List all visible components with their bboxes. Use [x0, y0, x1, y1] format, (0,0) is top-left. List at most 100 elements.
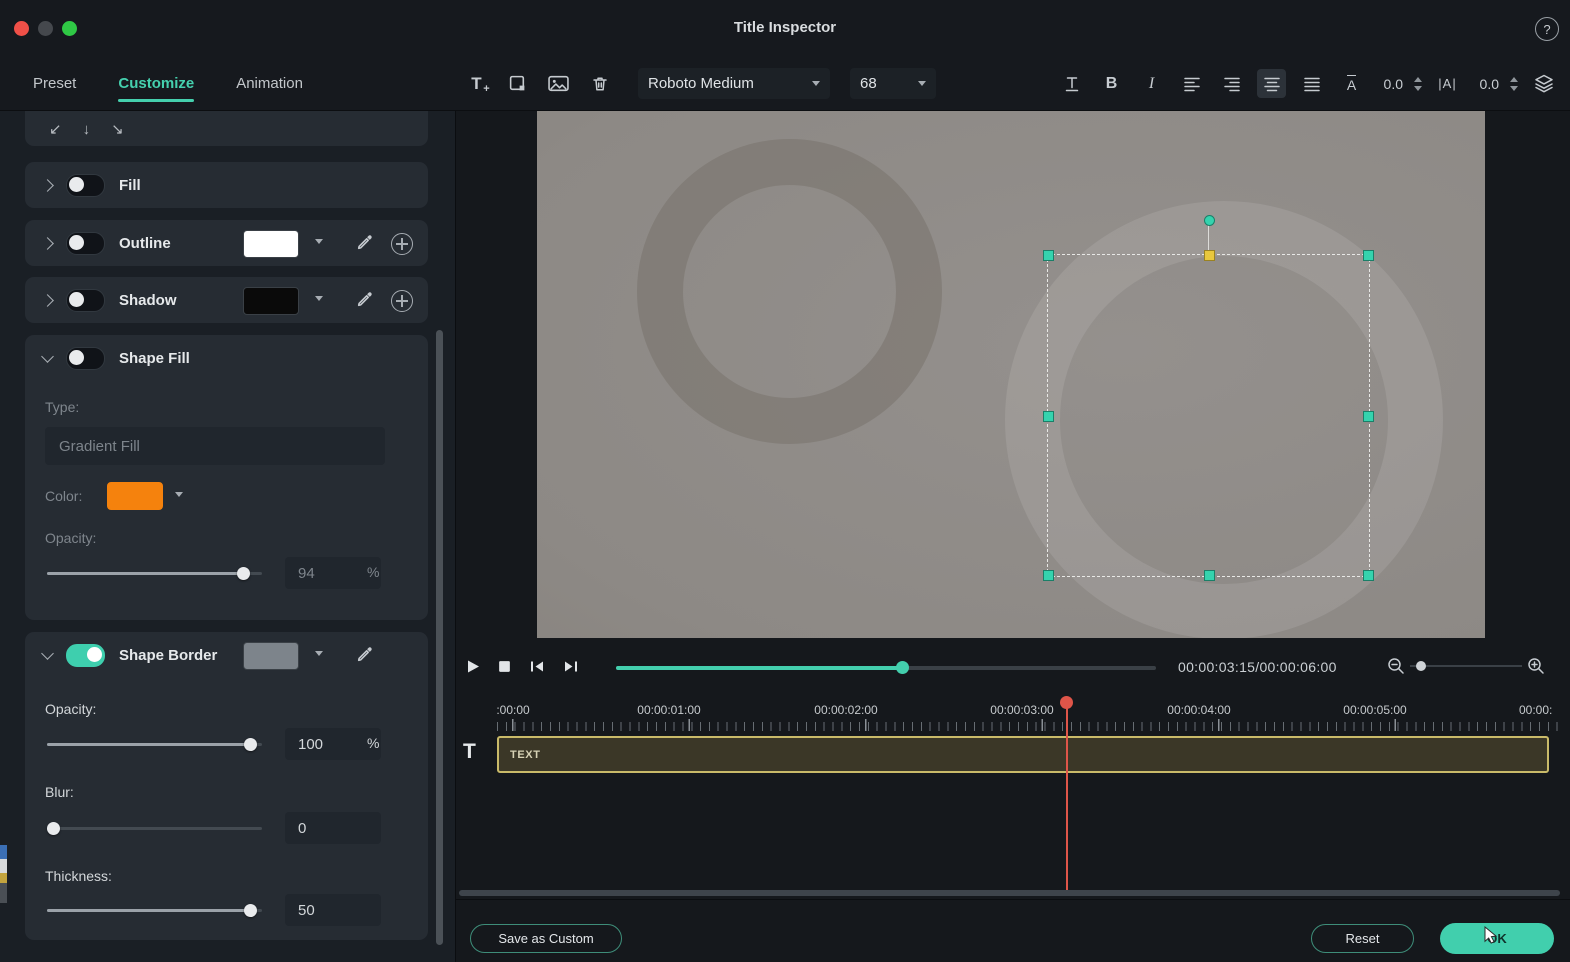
text-box-button[interactable]	[503, 69, 532, 98]
chevron-down-icon[interactable]	[315, 296, 323, 301]
screen-edge-artifact	[0, 845, 7, 903]
fill-section: Fill	[25, 162, 428, 208]
next-frame-button[interactable]	[562, 659, 580, 674]
stop-button[interactable]	[497, 659, 512, 674]
text-clip[interactable]: TEXT	[497, 736, 1549, 773]
resize-handle-n[interactable]	[1203, 250, 1215, 261]
previous-frame-button[interactable]	[528, 659, 546, 674]
zoom-slider[interactable]	[1410, 661, 1522, 671]
shape-fill-toggle[interactable]	[66, 346, 105, 370]
align-center-button[interactable]	[1257, 69, 1286, 98]
chevron-down-icon[interactable]	[175, 492, 183, 497]
shadow-toggle[interactable]	[66, 288, 105, 312]
blending-button[interactable]	[1529, 69, 1558, 98]
align-left-button[interactable]	[1177, 69, 1206, 98]
tab-customize[interactable]: Customize	[118, 75, 194, 102]
rotation-line	[1207, 222, 1209, 252]
collapse-chevron-icon[interactable]	[41, 350, 54, 363]
playhead-line[interactable]	[1066, 700, 1068, 892]
eyedropper-icon[interactable]	[355, 645, 374, 664]
progress-thumb[interactable]	[896, 661, 909, 674]
text-selection-box[interactable]	[1043, 215, 1374, 581]
resize-handle-se[interactable]	[1363, 570, 1374, 581]
resize-handle-ne[interactable]	[1363, 250, 1374, 261]
shape-border-toggle[interactable]	[66, 643, 105, 667]
tab-preset[interactable]: Preset	[33, 75, 76, 92]
resize-handle-s[interactable]	[1203, 570, 1215, 581]
timeline-ruler-minor[interactable]	[497, 722, 1559, 731]
outline-toggle[interactable]	[66, 231, 105, 255]
play-button[interactable]	[465, 658, 481, 675]
eyedropper-icon[interactable]	[355, 233, 374, 252]
add-outline-icon[interactable]	[391, 233, 413, 255]
playback-progress-slider[interactable]	[616, 660, 1156, 674]
char-spacing-stepper[interactable]	[1414, 76, 1422, 91]
expand-chevron-icon[interactable]	[41, 236, 54, 250]
slider-thumb[interactable]	[244, 738, 257, 751]
zoom-in-icon[interactable]	[1526, 656, 1546, 676]
border-opacity-slider[interactable]	[47, 736, 262, 752]
expand-chevron-icon[interactable]	[41, 178, 54, 192]
zoom-out-icon[interactable]	[1386, 656, 1406, 676]
media-button[interactable]	[544, 69, 573, 98]
save-as-custom-button[interactable]: Save as Custom	[470, 924, 622, 953]
line-spacing-value[interactable]: 0.0	[1473, 76, 1499, 92]
shape-border-color-swatch[interactable]	[243, 642, 299, 670]
line-spacing-stepper[interactable]	[1510, 76, 1518, 91]
shadow-color-swatch[interactable]	[243, 287, 299, 315]
letter-case-button[interactable]: A	[1337, 69, 1366, 98]
chevron-down-icon[interactable]	[315, 239, 323, 244]
align-right-button[interactable]	[1217, 69, 1246, 98]
shape-fill-opacity-slider[interactable]	[47, 565, 262, 581]
border-blur-slider[interactable]	[47, 820, 262, 836]
font-family-select[interactable]: Roboto Medium	[638, 68, 830, 99]
expand-chevron-icon[interactable]	[41, 293, 54, 307]
stepper-down-icon	[1510, 85, 1518, 91]
slider-thumb[interactable]	[244, 904, 257, 917]
resize-handle-w[interactable]	[1043, 410, 1054, 422]
reset-button[interactable]: Reset	[1311, 924, 1414, 953]
bold-button[interactable]: B	[1097, 69, 1126, 98]
slider-thumb[interactable]	[237, 567, 250, 580]
resize-handle-e[interactable]	[1363, 410, 1374, 422]
bold-icon: B	[1105, 74, 1118, 92]
timeline-horizontal-scrollbar[interactable]	[459, 890, 1560, 896]
align-bottom-icon[interactable]: ↓	[83, 121, 91, 138]
font-size-select[interactable]: 68	[850, 68, 936, 99]
align-bottom-right-icon[interactable]: ↘	[111, 120, 124, 138]
outline-color-swatch[interactable]	[243, 230, 299, 258]
slider-thumb[interactable]	[47, 822, 60, 835]
zoom-slider-thumb[interactable]	[1416, 661, 1426, 671]
text-underline-button[interactable]	[1057, 69, 1086, 98]
tab-animation[interactable]: Animation	[236, 75, 303, 92]
italic-button[interactable]: I	[1137, 69, 1166, 98]
italic-icon: I	[1148, 74, 1155, 92]
border-blur-value[interactable]: 0	[285, 812, 381, 844]
delete-button[interactable]	[585, 69, 614, 98]
border-thickness-value[interactable]: 50	[285, 894, 381, 926]
rotation-handle[interactable]	[1203, 215, 1215, 226]
fill-toggle[interactable]	[66, 173, 105, 197]
timeline-zoom-controls	[1386, 656, 1546, 676]
chevron-down-icon[interactable]	[315, 651, 323, 656]
section-title: Fill	[119, 176, 141, 194]
panel-scrollbar[interactable]	[436, 330, 443, 945]
playhead-handle[interactable]	[1060, 696, 1073, 709]
border-thickness-slider[interactable]	[47, 902, 262, 918]
char-spacing-value[interactable]: 0.0	[1377, 76, 1403, 92]
resize-handle-nw[interactable]	[1043, 250, 1054, 261]
resize-handle-sw[interactable]	[1043, 570, 1054, 581]
eyedropper-icon[interactable]	[355, 290, 374, 309]
add-text-button[interactable]: T +	[462, 69, 491, 98]
help-button[interactable]: ?	[1535, 17, 1559, 41]
shape-fill-color-swatch[interactable]	[107, 482, 163, 510]
align-bottom-left-icon[interactable]: ↙	[49, 120, 62, 138]
collapse-chevron-icon[interactable]	[41, 647, 54, 660]
letter-width-button[interactable]: |A|	[1433, 69, 1462, 98]
tick-label: 00:00:03:00	[990, 703, 1054, 717]
align-justify-button[interactable]	[1297, 69, 1326, 98]
video-preview-canvas[interactable]	[537, 111, 1485, 638]
fill-type-select[interactable]: Gradient Fill	[45, 427, 385, 465]
add-shadow-icon[interactable]	[391, 290, 413, 312]
layers-icon	[1534, 74, 1553, 93]
